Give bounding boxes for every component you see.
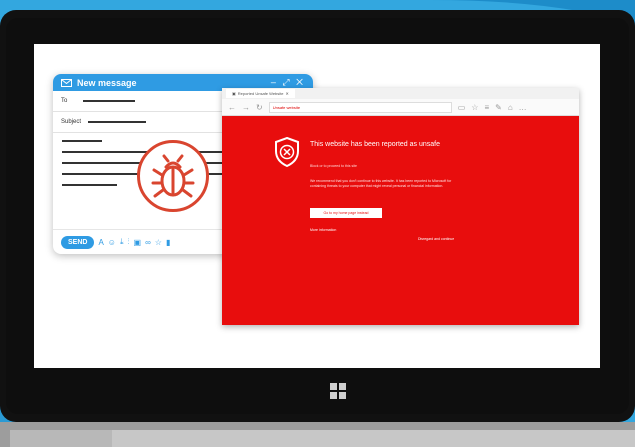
emoji-icon[interactable]: ☺ (108, 238, 116, 247)
favorite-icon[interactable]: ☆ (471, 103, 478, 112)
tab-favicon-icon: ▣ (232, 91, 236, 96)
go-home-button[interactable]: Go to my home page instead (310, 208, 382, 218)
subject-label: Subject (61, 119, 82, 125)
link-icon[interactable]: ∞ (145, 238, 151, 247)
trash-icon[interactable]: ▮ (166, 238, 170, 247)
windows-logo-pane (339, 392, 346, 399)
envelope-icon (61, 78, 72, 87)
compose-title: New message (77, 77, 137, 88)
address-bar[interactable]: Unsafe website (268, 101, 452, 113)
browser-tabbar: ▣ Reported Unsafe Website ✕ (222, 88, 579, 99)
note-icon[interactable]: ✎ (495, 103, 502, 112)
bug-icon (137, 140, 209, 212)
back-icon[interactable]: ← (228, 103, 236, 112)
image-icon[interactable]: ▣ (134, 238, 142, 247)
address-bar-row: ← → ↻ Unsafe website ▭ ☆ ≡ ✎ ⌂ … (222, 99, 579, 116)
warning-text: We recommend that you don't continue to … (310, 179, 452, 188)
tab-title: Reported Unsafe Website (237, 91, 284, 96)
send-button[interactable]: SEND (61, 235, 95, 249)
window-controls[interactable]: – ⤢ ✕ (271, 77, 305, 88)
to-value-line (83, 100, 136, 102)
base-keys (112, 430, 635, 447)
star-icon[interactable]: ☆ (155, 238, 162, 247)
tab-close-icon[interactable]: ✕ (286, 91, 289, 96)
disregard-link[interactable]: Disregard and continue (418, 237, 454, 241)
font-icon[interactable]: A (98, 238, 103, 247)
windows-logo-pane (330, 383, 337, 390)
shield-warning-icon (275, 137, 299, 167)
refresh-icon[interactable]: ↻ (256, 103, 263, 112)
windows-logo-pane (339, 383, 346, 390)
more-information-link[interactable]: More information (310, 228, 336, 232)
to-label: To (61, 98, 68, 104)
warning-subtitle: Block or to proceed to this site (310, 164, 357, 168)
forward-icon[interactable]: → (242, 103, 250, 112)
hub-icon[interactable]: ≡ (484, 103, 489, 112)
subject-value-line (88, 121, 147, 123)
more-icon[interactable]: … (519, 103, 527, 112)
unsafe-url-label: Unsafe website (272, 104, 301, 110)
reading-view-icon[interactable]: ▭ (458, 103, 466, 112)
windows-home-button[interactable] (330, 383, 346, 399)
keyboard-base (0, 422, 635, 447)
browser-tab[interactable]: ▣ Reported Unsafe Website ✕ (226, 89, 295, 98)
warning-title: This website has been reported as unsafe (310, 141, 440, 148)
share-icon[interactable]: ⌂ (508, 103, 513, 112)
attach-alt-icon[interactable]: ⫶ (128, 237, 130, 247)
body-line (62, 140, 102, 142)
browser-window: ▣ Reported Unsafe Website ✕ ← → ↻ Unsafe… (222, 88, 579, 325)
attach-icon[interactable]: ⤓ (120, 237, 124, 247)
windows-logo-pane (330, 392, 337, 399)
body-line (62, 184, 117, 186)
